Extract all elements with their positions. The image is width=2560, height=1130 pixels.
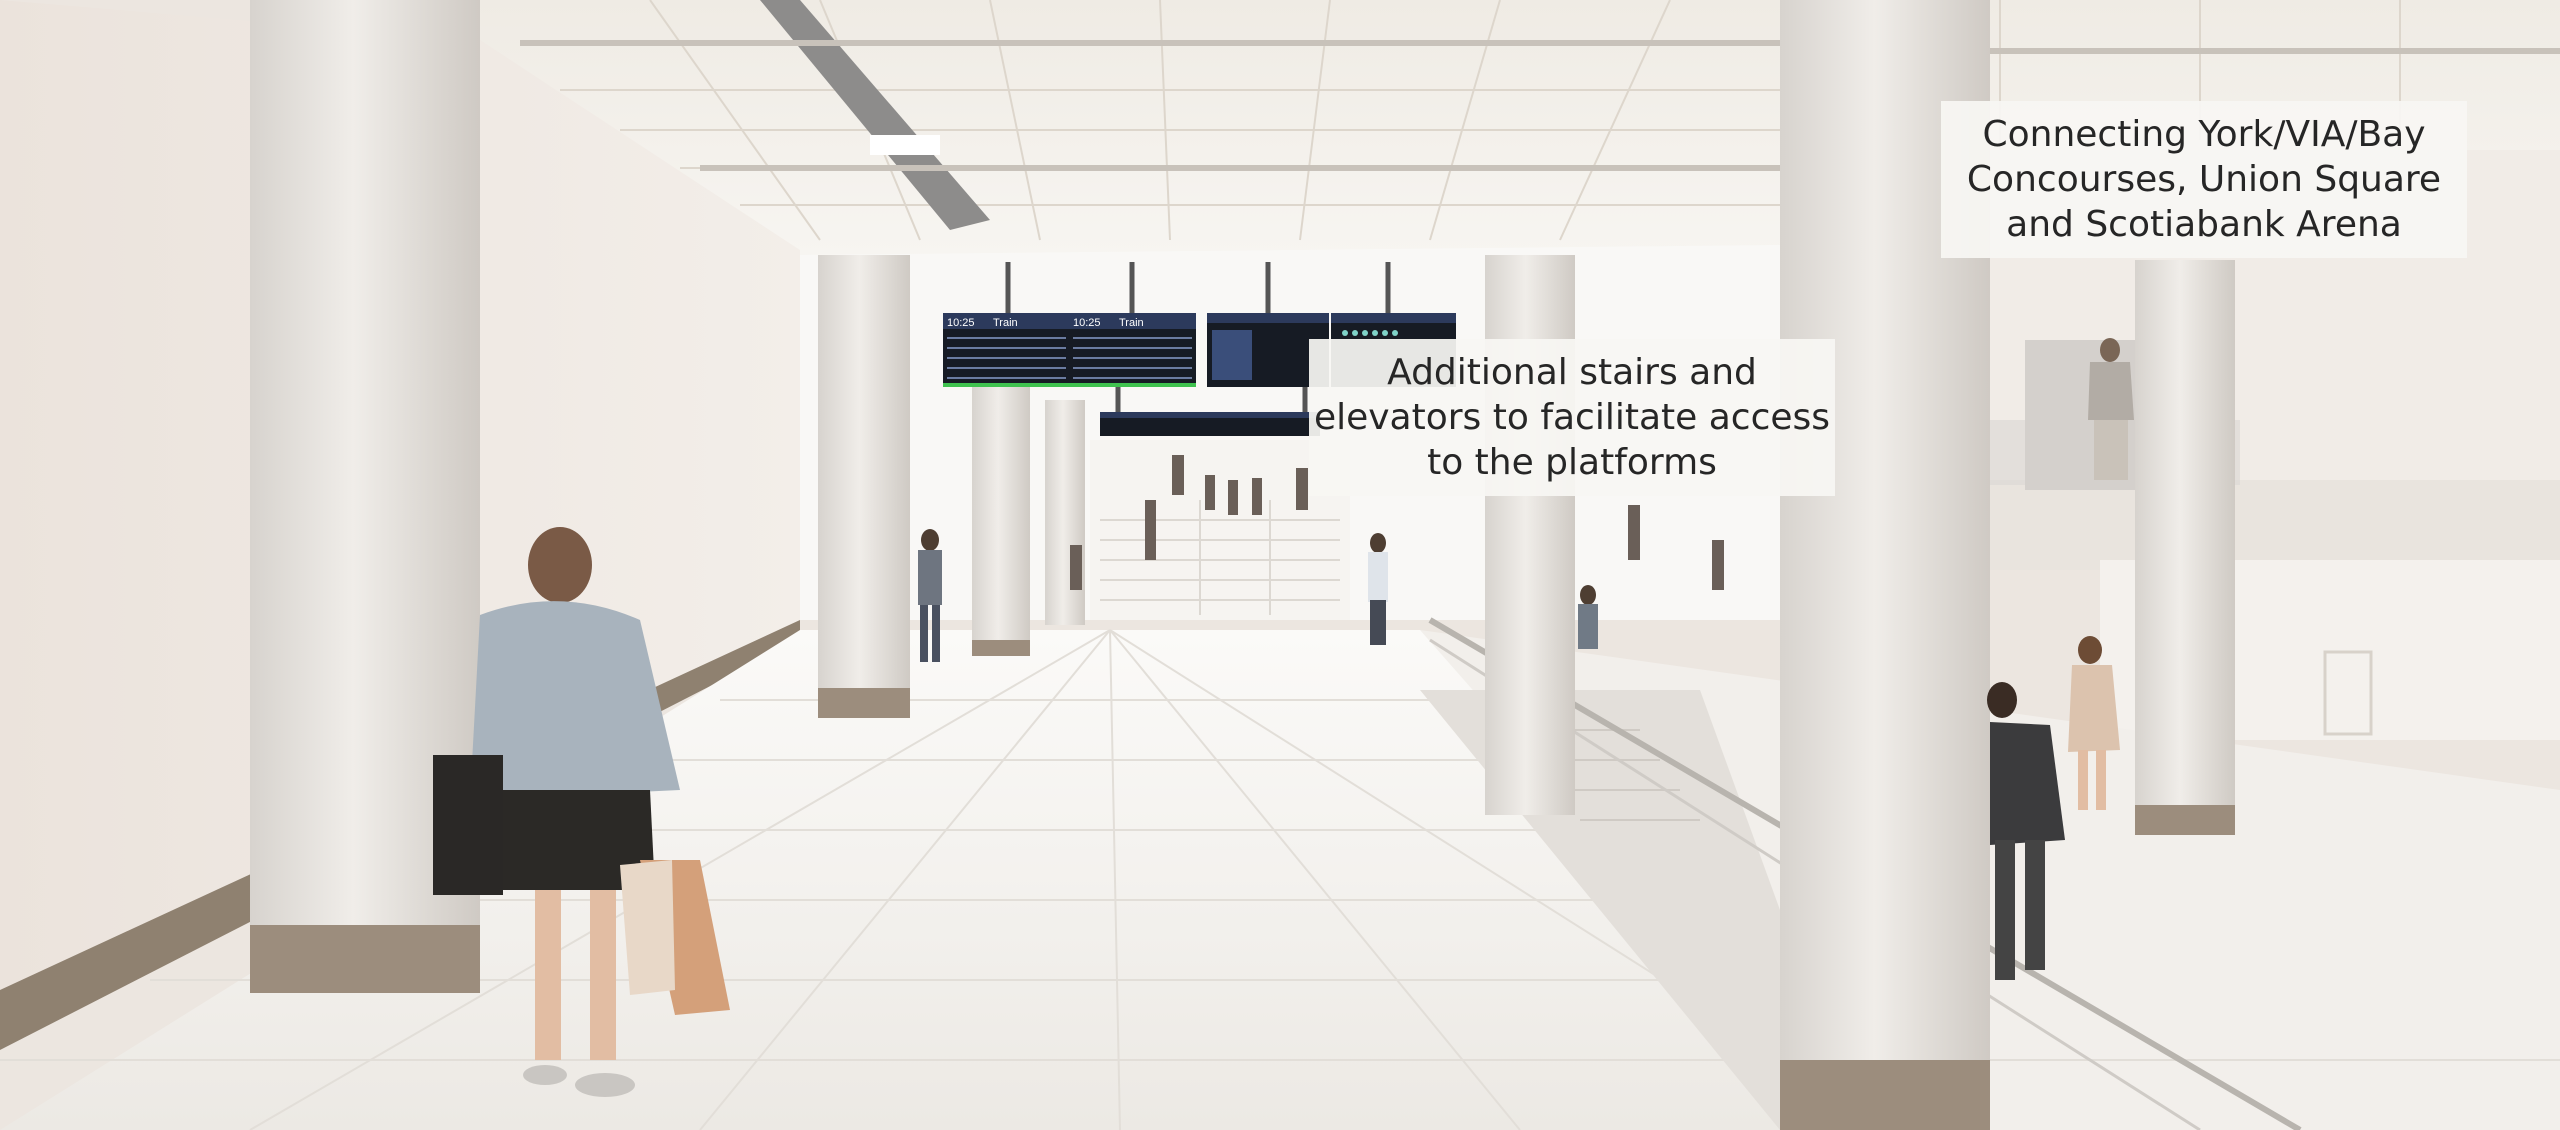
callout-text-line: and Scotiabank Arena <box>2006 204 2402 245</box>
column <box>972 380 1030 656</box>
callout-text-line: Additional stairs and <box>1387 352 1757 393</box>
ceiling-rail <box>700 165 1780 171</box>
ceiling-rail <box>1990 48 2560 54</box>
departure-board-time: 10:25 <box>1073 317 1101 329</box>
departure-board-heading: Train <box>1119 317 1144 329</box>
person-far-right <box>1578 585 1598 649</box>
departure-board-heading: Train <box>993 317 1018 329</box>
callout-text-line: Connecting York/VIA/Bay <box>1982 114 2426 155</box>
departure-board: 10:25 Train <box>1069 313 1196 387</box>
lower-departure-board <box>1100 412 1320 436</box>
callout-concourses: Connecting York/VIA/Bay Concourses, Unio… <box>1941 101 2467 258</box>
column <box>818 255 910 718</box>
callout-text-line: Concourses, Union Square <box>1966 159 2442 200</box>
column <box>2135 260 2235 835</box>
ceiling-rail <box>520 40 1780 46</box>
upper-level-balcony <box>1990 480 2560 570</box>
departure-board: 10:25 Train <box>943 313 1070 387</box>
column <box>1045 400 1085 625</box>
callout-text-line: elevators to facilitate access <box>1313 397 1831 438</box>
callout-stairs-elevators: Additional stairs and elevators to facil… <box>1309 339 1835 496</box>
callout-text-line: to the platforms <box>1427 442 1717 483</box>
departure-board-time: 10:25 <box>947 317 975 329</box>
ceiling-light-strip <box>870 135 940 155</box>
